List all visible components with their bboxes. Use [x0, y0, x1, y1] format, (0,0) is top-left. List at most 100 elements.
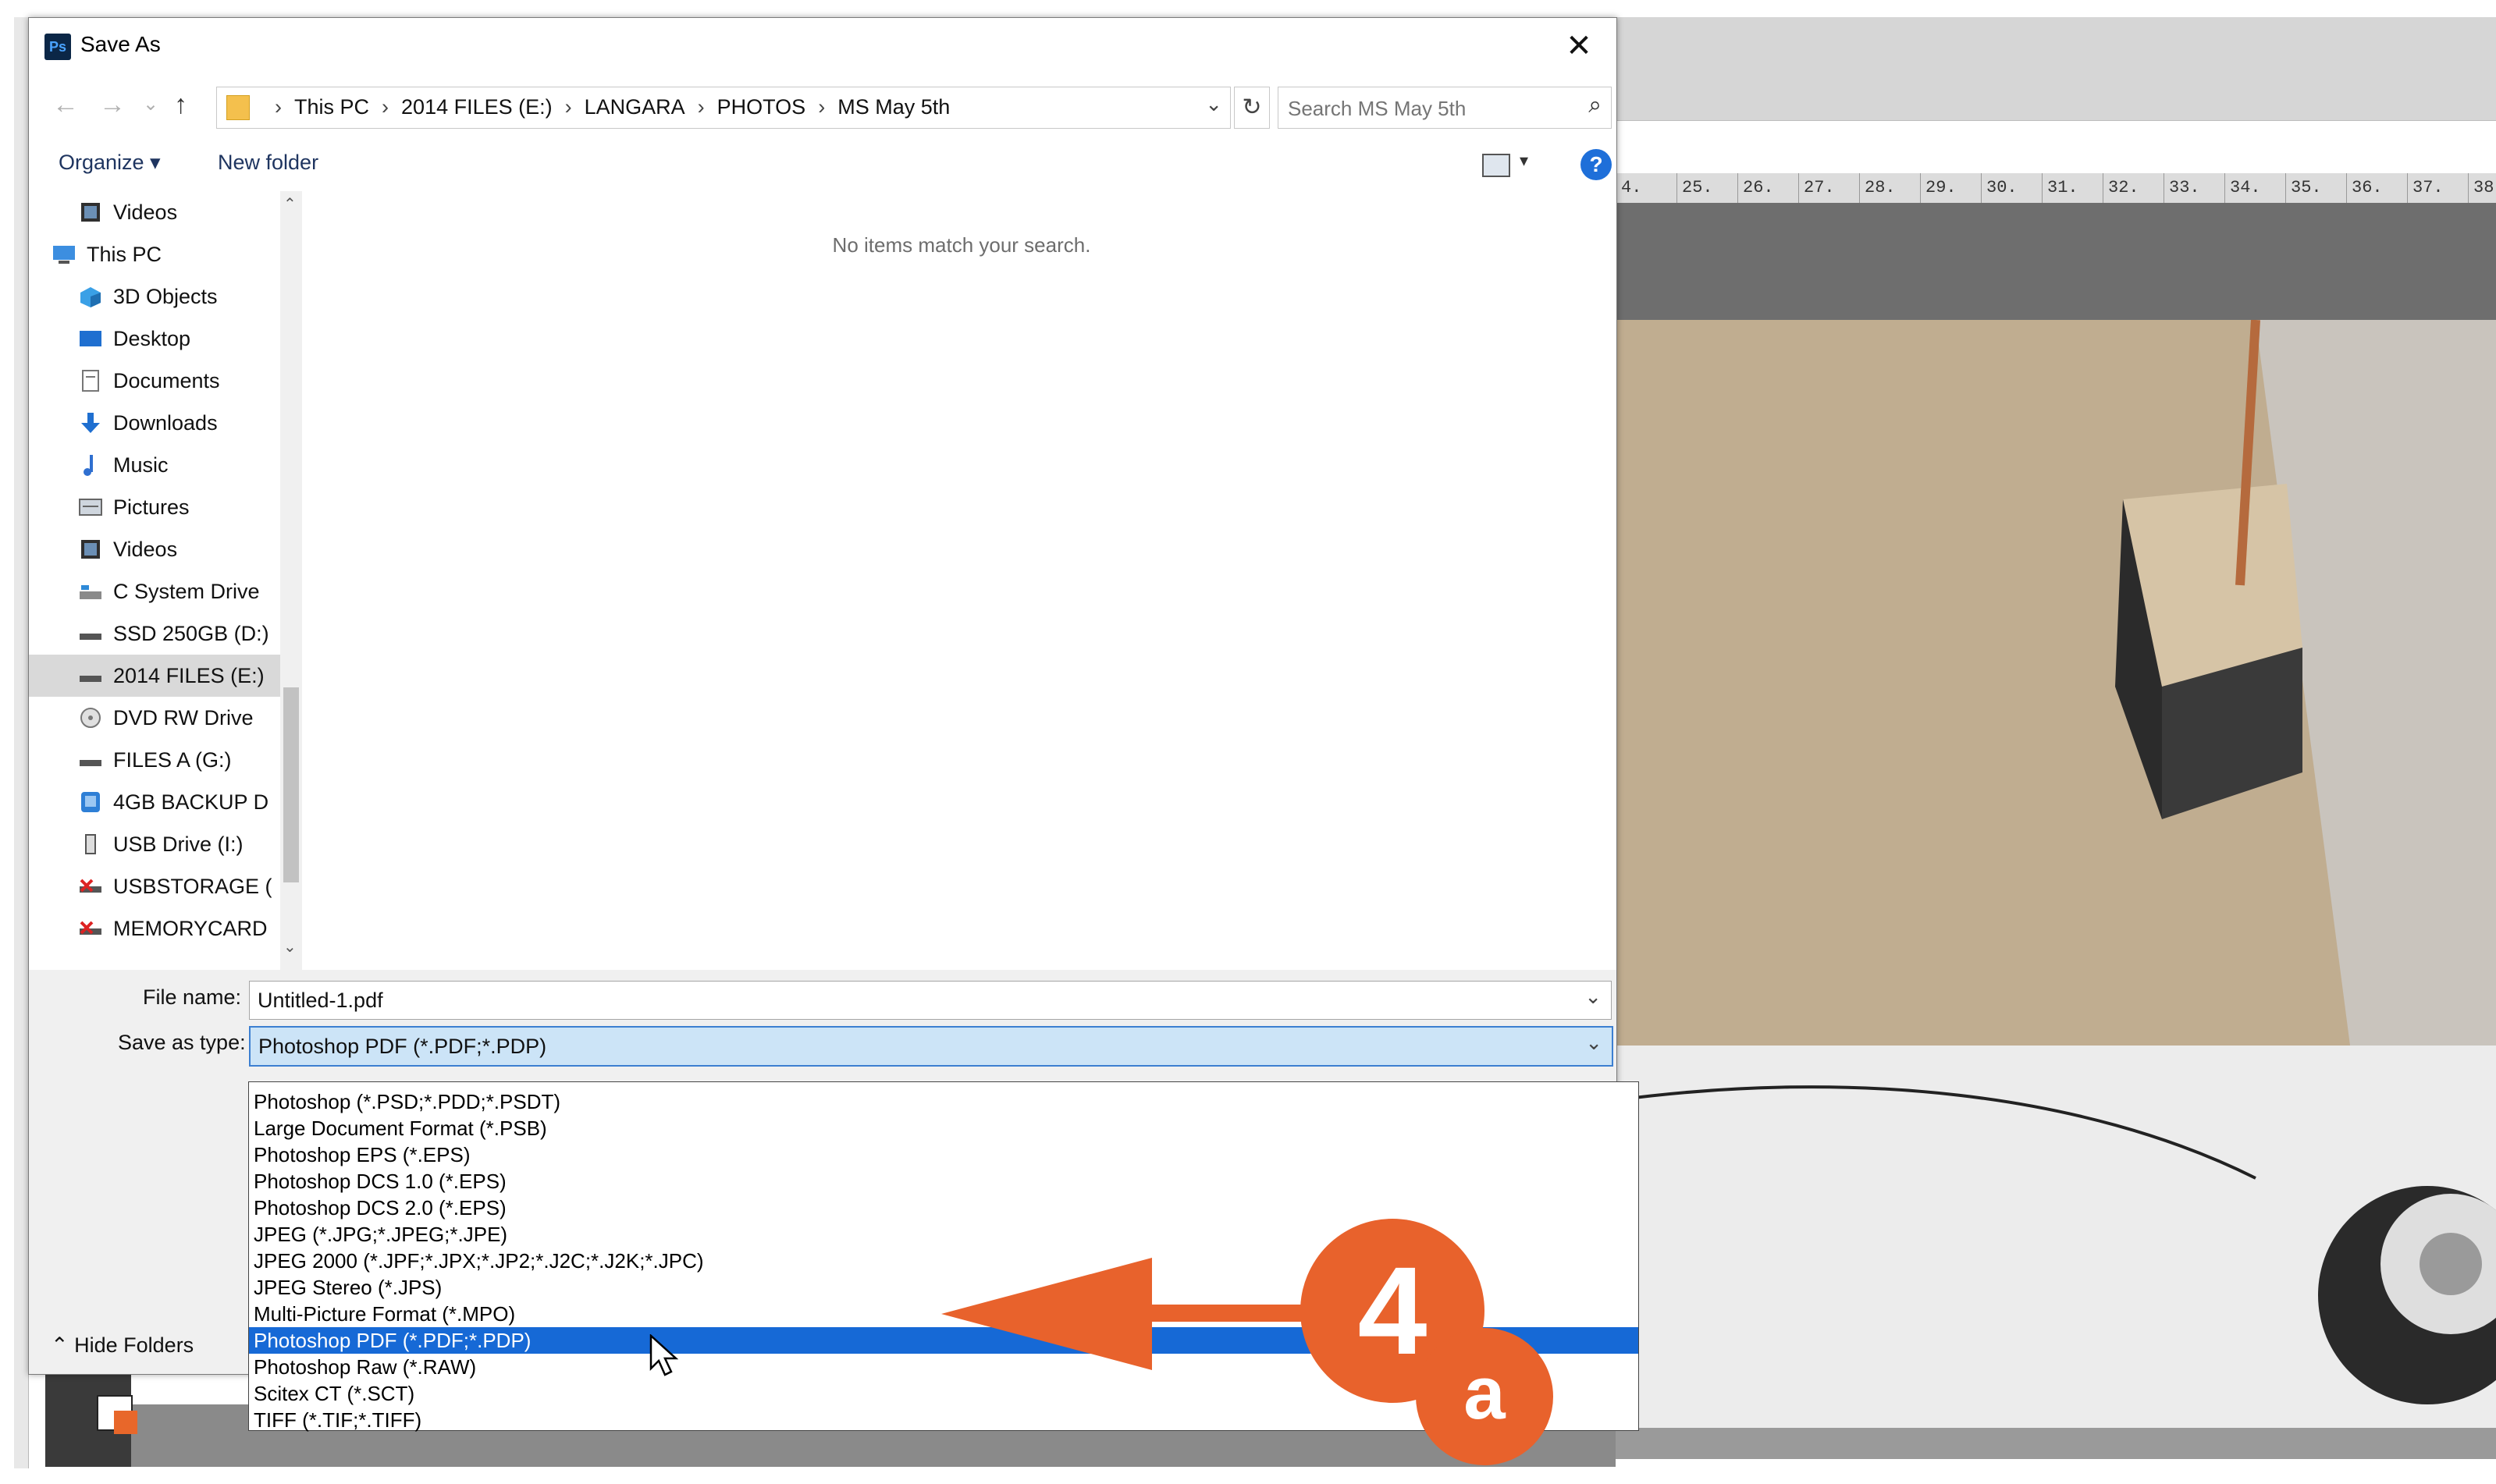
horizontal-ruler: 4. 25. 26. 27. 28. 29. 30. 31. 32. 33. 34. 35. 36. 37…	[1616, 173, 2496, 204]
nav-item[interactable]: FILES A (G:)	[29, 739, 280, 781]
nav-item[interactable]: Pictures	[29, 486, 280, 528]
navigation-scrollbar[interactable]: ⌃ ⌄	[280, 191, 302, 970]
breadcrumb-this-pc[interactable]: This PC	[294, 95, 369, 119]
search-box[interactable]: ⌕	[1278, 87, 1612, 129]
help-icon[interactable]: ?	[1580, 149, 1612, 180]
nav-item-label: Documents	[113, 369, 220, 392]
command-bar: Organize ▾ New folder ▾ ?	[29, 141, 1616, 188]
drive-icon	[79, 749, 102, 771]
nav-item[interactable]: SSD 250GB (D:)	[29, 612, 280, 655]
scroll-down-icon[interactable]: ⌄	[283, 937, 297, 957]
address-bar[interactable]: › This PC › 2014 FILES (E:) › LANGARA › PHOTOS ›…	[216, 87, 1231, 129]
nav-item[interactable]: Videos	[29, 528, 280, 570]
dvd-icon	[79, 707, 102, 729]
file-name-value: Untitled-1.pdf	[258, 989, 383, 1012]
mouse-cursor-icon	[649, 1334, 679, 1376]
scrollbar-thumb[interactable]	[283, 687, 299, 882]
breadcrumb-separator: ›	[818, 95, 826, 119]
breadcrumb-photos[interactable]: PHOTOS	[717, 95, 806, 119]
breadcrumb-separator: ›	[275, 95, 282, 119]
nav-item[interactable]: This PC	[29, 233, 280, 275]
forward-arrow-icon[interactable]: →	[99, 90, 126, 120]
nav-item[interactable]: Documents	[29, 360, 280, 402]
view-dropdown-icon[interactable]: ▾	[1520, 151, 1528, 171]
system-drive-icon	[79, 580, 102, 602]
new-folder-button[interactable]: New folder	[218, 151, 318, 175]
dropdown-option[interactable]: Photoshop DCS 1.0 (*.EPS)	[249, 1168, 1638, 1195]
background-color-swatch[interactable]	[114, 1411, 137, 1434]
nav-item[interactable]: 4GB BACKUP D	[29, 781, 280, 823]
breadcrumb-2014-files[interactable]: 2014 FILES (E:)	[401, 95, 553, 119]
ruler-tick-label: 29.	[1920, 173, 1981, 203]
ruler-tick-label: 31.	[2042, 173, 2103, 203]
nav-item-label: FILES A (G:)	[113, 748, 232, 772]
ruler-tick-label: 28.	[1859, 173, 1920, 203]
nav-item-label: This PC	[87, 243, 162, 266]
options-bar	[1616, 17, 2496, 121]
nav-item[interactable]: 3D Objects	[29, 275, 280, 318]
desktop-icon	[79, 328, 102, 350]
folder-icon	[226, 95, 250, 120]
nav-item[interactable]: DVD RW Drive	[29, 697, 280, 739]
navigation-pane: MEMORYCARD USBSTORAGE ( USB Drive (I:) 4GB …	[29, 191, 307, 970]
up-arrow-icon[interactable]: ↑	[174, 90, 187, 120]
ruler-tick-label: 30.	[1981, 173, 2042, 203]
view-options-icon[interactable]	[1482, 154, 1510, 177]
nav-item[interactable]: Desktop	[29, 318, 280, 360]
nav-item[interactable]: Downloads	[29, 402, 280, 444]
nav-item[interactable]: 2014 FILES (E:)	[29, 655, 280, 697]
breadcrumb-ms-may-5th[interactable]: MS May 5th	[837, 95, 950, 119]
address-dropdown-icon[interactable]: ⌄	[1205, 92, 1222, 116]
download-icon	[79, 412, 102, 434]
save-type-select[interactable]: Photoshop PDF (*.PDF;*.PDP) ⌄	[249, 1026, 1613, 1067]
navigation-bar: ← → ⌄ ↑ › This PC › 2014 FILES (E:) › LANGARA…	[29, 82, 1616, 137]
nav-item-label: DVD RW Drive	[113, 706, 254, 730]
nav-item-label: USBSTORAGE (	[113, 875, 272, 898]
refresh-button[interactable]: ↻	[1234, 87, 1270, 129]
hide-folders-button[interactable]: ⌃ Hide Folders	[51, 1333, 194, 1358]
search-icon[interactable]: ⌕	[1588, 92, 1602, 119]
ruler-tick-label: 34.	[2224, 173, 2285, 203]
ruler-tick-label: 36.	[2346, 173, 2407, 203]
close-button[interactable]: ✕	[1557, 24, 1601, 68]
ruler-tick-label: 33.	[2164, 173, 2224, 203]
back-arrow-icon[interactable]: ←	[52, 90, 79, 120]
file-name-chevron-icon[interactable]: ⌄	[1584, 985, 1602, 1009]
nav-item-label: 3D Objects	[113, 285, 218, 308]
step-letter-badge: a	[1416, 1328, 1553, 1465]
nav-item[interactable]: C System Drive	[29, 570, 280, 612]
nav-item-label: MEMORYCARD	[113, 917, 268, 940]
dropdown-option[interactable]: Large Document Format (*.PSB)	[249, 1115, 1638, 1141]
file-name-field[interactable]: Untitled-1.pdf ⌄	[249, 981, 1612, 1020]
file-name-label: File name:	[143, 985, 242, 1009]
recent-locations-icon[interactable]: ⌄	[143, 93, 158, 115]
breadcrumb-separator: ›	[564, 95, 572, 119]
ruler-tick-label: 26.	[1737, 173, 1798, 203]
video-icon	[79, 201, 102, 223]
organize-button[interactable]: Organize ▾	[59, 151, 161, 175]
dropdown-option[interactable]: Photoshop EPS (*.EPS)	[249, 1141, 1638, 1168]
title-bar: Ps Save As ✕	[29, 18, 1616, 74]
nav-item[interactable]: USB Drive (I:)	[29, 823, 280, 865]
dropdown-option[interactable]: Photoshop (*.PSD;*.PDD;*.PSDT)	[249, 1088, 1638, 1115]
breadcrumb-langara[interactable]: LANGARA	[585, 95, 685, 119]
empty-results-message: No items match your search.	[832, 233, 1091, 257]
scroll-up-icon[interactable]: ⌃	[283, 194, 297, 214]
nav-item[interactable]: USBSTORAGE (	[29, 865, 280, 907]
nav-item[interactable]: Videos	[29, 191, 280, 233]
nav-item-label: 4GB BACKUP D	[113, 790, 269, 814]
annotation-arrow-shaft	[1147, 1305, 1319, 1322]
nav-item[interactable]: Music	[29, 444, 280, 486]
breadcrumb-separator: ›	[697, 95, 705, 119]
nav-item-label: Downloads	[113, 411, 218, 435]
nav-item[interactable]: MEMORYCARD	[29, 907, 280, 950]
nav-item-label: C System Drive	[113, 580, 260, 603]
computer-icon	[52, 243, 76, 265]
usb-icon	[79, 833, 102, 855]
save-type-chevron-icon[interactable]: ⌄	[1585, 1031, 1602, 1055]
nav-item-label: Music	[113, 453, 169, 477]
nav-item-label: Videos	[113, 538, 178, 561]
dropdown-option[interactable]: Photoshop DCS 2.0 (*.EPS)	[249, 1195, 1638, 1221]
nav-item-label: SSD 250GB (D:)	[113, 622, 269, 645]
search-input[interactable]	[1286, 94, 1570, 123]
